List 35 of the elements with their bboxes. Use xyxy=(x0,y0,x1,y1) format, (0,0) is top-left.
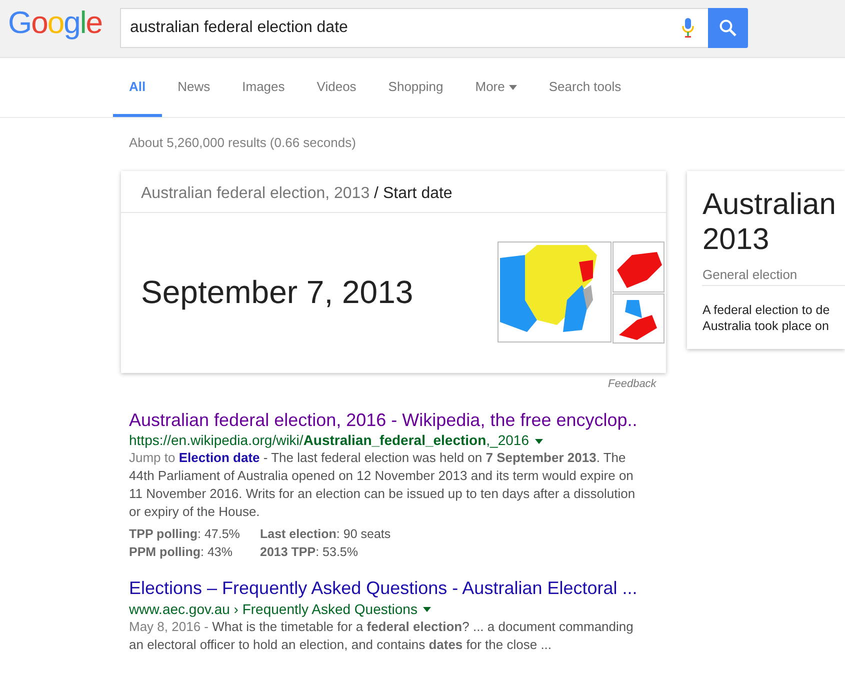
fact-text: Last election: 90 seats xyxy=(260,526,391,543)
tab[interactable]: Videos xyxy=(300,58,372,117)
result-snippet: May 8, 2016 - What is the timetable for a federal election? ... a document commanding an electoral officer to hold an election, and contains dates for the close ... xyxy=(129,618,634,654)
caret-icon[interactable] xyxy=(535,438,543,444)
caret-icon xyxy=(508,85,517,90)
result-snippet: Jump to Election date - The last federal election was held on 7 September 2013. The 44th Parliament of Australia opened on 12 November 2013 and its term would expire on 11 November 2016. Writs for an election can be issued up to ten days after a dissolution or expiry of the House. xyxy=(129,449,636,521)
search-icon xyxy=(719,19,737,37)
tab[interactable]: News xyxy=(162,58,226,117)
microphone-icon[interactable] xyxy=(682,18,694,38)
panel-title: Australian 2013 xyxy=(702,187,837,257)
separator: / xyxy=(374,185,378,202)
answer-attribute: Start date xyxy=(382,185,452,202)
tab[interactable]: Shopping xyxy=(372,58,460,117)
fact-text: PPM polling: 43% xyxy=(129,544,234,561)
search-button[interactable] xyxy=(708,8,748,48)
caret-icon[interactable] xyxy=(423,607,432,612)
tab[interactable]: Search tools xyxy=(532,58,638,117)
result-title[interactable]: Australian federal election, 2016 - Wikipedia, the free encyclop.. xyxy=(129,408,638,430)
result-stats: About 5,260,000 results (0.66 seconds) xyxy=(129,135,356,150)
tab[interactable]: Images xyxy=(226,58,301,117)
fact-text: TPP polling: 47.5% xyxy=(129,526,241,543)
answer-date: September 7, 2013 xyxy=(140,273,414,312)
tab[interactable]: All xyxy=(113,58,162,117)
panel-subtitle: General election xyxy=(702,266,798,284)
more-menu[interactable]: More xyxy=(459,58,533,117)
result-title[interactable]: Elections – Frequently Asked Questions - Australian Electoral ... xyxy=(129,577,638,599)
jump-link[interactable]: Election date xyxy=(178,450,260,465)
fact-text: 2013 TPP: 53.5% xyxy=(260,544,359,561)
result-url[interactable]: https://en.wikipedia.org/wiki/Australian_federal_election,_2016 xyxy=(129,432,529,448)
google-logo[interactable]: Google xyxy=(8,7,108,38)
search-field[interactable]: australian federal election date xyxy=(120,8,708,48)
panel-description: A federal election to de Australia took place on xyxy=(702,302,831,334)
result-url[interactable]: www.aec.gov.au › Frequently Asked Questions xyxy=(129,600,418,616)
answer-topic[interactable]: Australian federal election, 2013 xyxy=(141,185,370,202)
feedback-link[interactable]: Feedback xyxy=(608,378,656,390)
